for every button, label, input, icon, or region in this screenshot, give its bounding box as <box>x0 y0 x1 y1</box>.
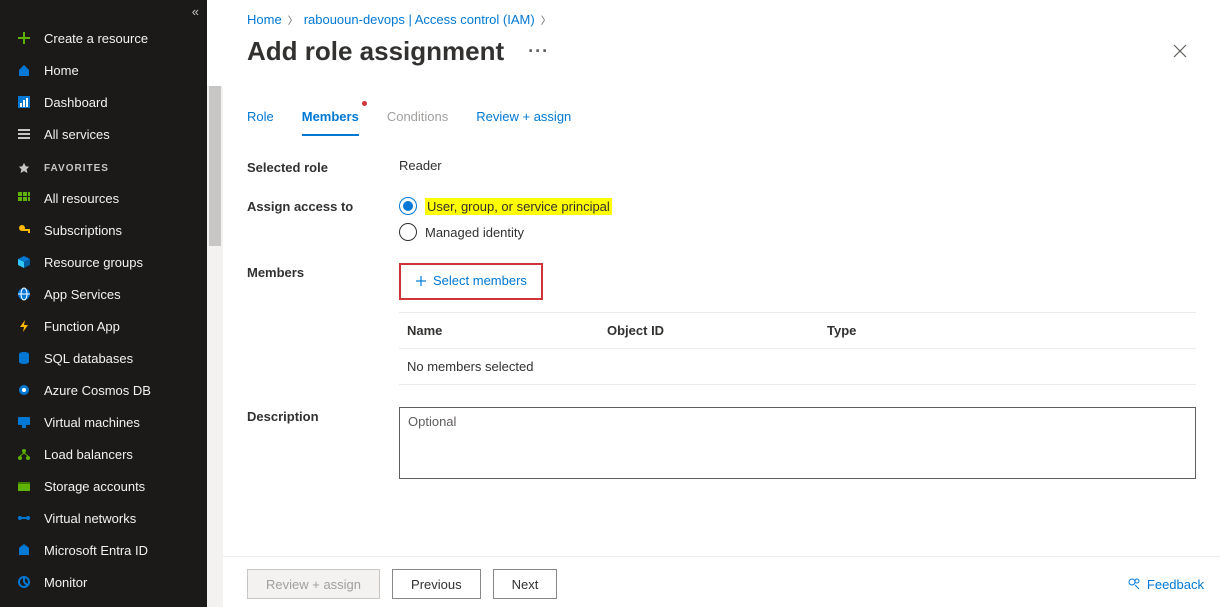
list-icon <box>16 126 32 142</box>
sidebar-item-home[interactable]: Home <box>0 54 207 86</box>
globe-icon <box>16 286 32 302</box>
sidebar-item-resource-groups[interactable]: Resource groups <box>0 246 207 278</box>
sidebar-item-all-services[interactable]: All services <box>0 118 207 150</box>
sidebar-item-label: Virtual machines <box>44 415 140 430</box>
grid-icon <box>16 190 32 206</box>
assign-access-label: Assign access to <box>247 197 399 241</box>
load-balancer-icon <box>16 446 32 462</box>
members-label: Members <box>247 263 399 300</box>
sidebar-item-label: SQL databases <box>44 351 133 366</box>
sidebar-item-virtual-networks[interactable]: Virtual networks <box>0 502 207 534</box>
description-input[interactable] <box>399 407 1196 479</box>
radio-icon <box>399 197 417 215</box>
key-icon <box>16 222 32 238</box>
sidebar: « Create a resource Home Dashboard All s… <box>0 0 207 607</box>
main-content: Home 〉 rabououn-devops | Access control … <box>207 0 1220 607</box>
selected-role-value: Reader <box>399 158 1196 175</box>
sidebar-item-monitor[interactable]: Monitor <box>0 566 207 598</box>
sidebar-item-label: Monitor <box>44 575 87 590</box>
chevron-right-icon: 〉 <box>541 12 551 27</box>
tabs: Role Members Conditions Review + assign <box>247 101 1196 136</box>
radio-icon <box>399 223 417 241</box>
more-button[interactable]: ··· <box>528 41 549 62</box>
sidebar-item-load-balancers[interactable]: Load balancers <box>0 438 207 470</box>
storage-icon <box>16 478 32 494</box>
tab-role[interactable]: Role <box>247 101 274 136</box>
column-header-name: Name <box>407 323 607 338</box>
select-members-highlight: Select members <box>399 263 543 300</box>
breadcrumb: Home 〉 rabououn-devops | Access control … <box>247 0 1196 27</box>
breadcrumb-scope[interactable]: rabououn-devops | Access control (IAM) <box>304 12 535 27</box>
sidebar-item-label: Subscriptions <box>44 223 122 238</box>
sidebar-item-all-resources[interactable]: All resources <box>0 182 207 214</box>
sidebar-item-label: Function App <box>44 319 120 334</box>
chevron-right-icon: 〉 <box>288 12 298 27</box>
review-assign-button: Review + assign <box>247 569 380 599</box>
home-icon <box>16 62 32 78</box>
sidebar-item-label: Azure Cosmos DB <box>44 383 151 398</box>
radio-label: Managed identity <box>425 225 524 240</box>
sidebar-item-storage-accounts[interactable]: Storage accounts <box>0 470 207 502</box>
scrollbar[interactable] <box>207 86 223 607</box>
sidebar-item-label: All services <box>44 127 110 142</box>
database-icon <box>16 350 32 366</box>
vm-icon <box>16 414 32 430</box>
select-members-button[interactable]: Select members <box>415 273 527 288</box>
sidebar-item-label: Virtual networks <box>44 511 136 526</box>
sidebar-item-label: Home <box>44 63 79 78</box>
sidebar-collapse-icon[interactable]: « <box>192 4 199 19</box>
feedback-link[interactable]: Feedback <box>1127 577 1204 592</box>
sidebar-item-subscriptions[interactable]: Subscriptions <box>0 214 207 246</box>
sidebar-item-label: Storage accounts <box>44 479 145 494</box>
sidebar-item-label: Resource groups <box>44 255 143 270</box>
radio-label: User, group, or service principal <box>425 198 612 215</box>
members-table: Name Object ID Type No members selected <box>399 312 1196 385</box>
sidebar-item-function-app[interactable]: Function App <box>0 310 207 342</box>
sidebar-item-app-services[interactable]: App Services <box>0 278 207 310</box>
close-button[interactable] <box>1164 35 1196 67</box>
close-icon <box>1173 44 1187 58</box>
sidebar-item-dashboard[interactable]: Dashboard <box>0 86 207 118</box>
page-title: Add role assignment <box>247 36 504 67</box>
sidebar-item-label: Dashboard <box>44 95 108 110</box>
tab-review[interactable]: Review + assign <box>476 101 571 136</box>
lightning-icon <box>16 318 32 334</box>
previous-button[interactable]: Previous <box>392 569 481 599</box>
sidebar-item-label: Microsoft Entra ID <box>44 543 148 558</box>
tab-badge-dot <box>362 101 367 106</box>
sidebar-favorites-header: FAVORITES <box>0 150 207 182</box>
selected-role-label: Selected role <box>247 158 399 175</box>
network-icon <box>16 510 32 526</box>
cube-group-icon <box>16 254 32 270</box>
scrollbar-thumb[interactable] <box>209 86 221 246</box>
footer: Review + assign Previous Next Feedback <box>207 556 1220 607</box>
radio-user-group-sp[interactable]: User, group, or service principal <box>399 197 1196 215</box>
column-header-type: Type <box>827 323 1188 338</box>
sidebar-item-label: All resources <box>44 191 119 206</box>
column-header-object-id: Object ID <box>607 323 827 338</box>
sidebar-item-label: App Services <box>44 287 121 302</box>
breadcrumb-home[interactable]: Home <box>247 12 282 27</box>
feedback-icon <box>1127 577 1141 591</box>
sidebar-item-label: Create a resource <box>44 31 148 46</box>
sidebar-item-entra-id[interactable]: Microsoft Entra ID <box>0 534 207 566</box>
sidebar-item-virtual-machines[interactable]: Virtual machines <box>0 406 207 438</box>
entra-icon <box>16 542 32 558</box>
sidebar-item-sql-databases[interactable]: SQL databases <box>0 342 207 374</box>
tab-members[interactable]: Members <box>302 101 359 136</box>
radio-managed-identity[interactable]: Managed identity <box>399 223 1196 241</box>
plus-icon <box>16 30 32 46</box>
tab-conditions: Conditions <box>387 101 448 136</box>
plus-icon <box>415 275 427 287</box>
members-empty-text: No members selected <box>399 349 1196 385</box>
sidebar-item-create-resource[interactable]: Create a resource <box>0 22 207 54</box>
sidebar-item-label: Load balancers <box>44 447 133 462</box>
cosmos-icon <box>16 382 32 398</box>
next-button[interactable]: Next <box>493 569 558 599</box>
star-icon <box>16 160 32 176</box>
sidebar-item-cosmos-db[interactable]: Azure Cosmos DB <box>0 374 207 406</box>
monitor-icon <box>16 574 32 590</box>
dashboard-icon <box>16 94 32 110</box>
description-label: Description <box>247 407 399 482</box>
